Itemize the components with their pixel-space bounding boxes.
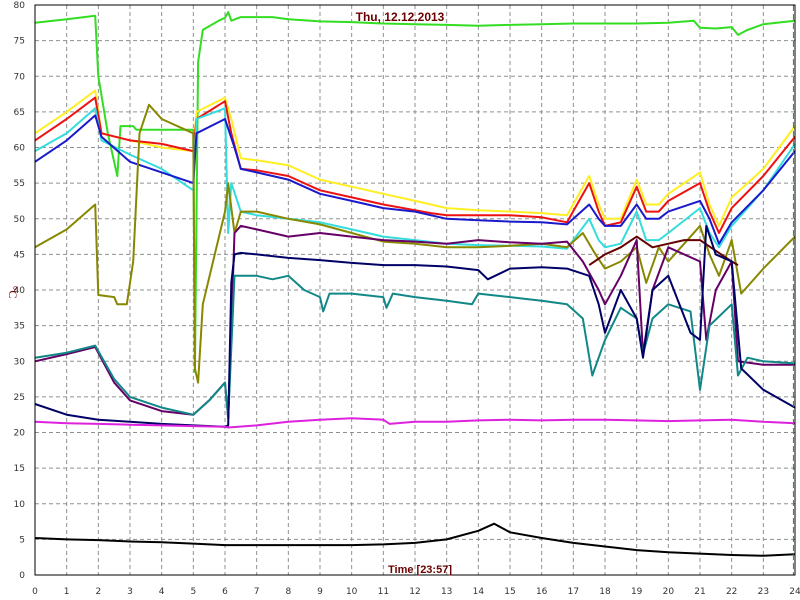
x-tick-label: 5 xyxy=(190,587,196,597)
chart-title: Thu, 12.12.2013 xyxy=(356,10,445,24)
x-tick-label: 4 xyxy=(159,587,165,597)
x-tick-label: 22 xyxy=(726,587,737,597)
y-tick-label: 5 xyxy=(19,535,25,545)
y-tick-label: 45 xyxy=(14,250,25,260)
x-tick-label: 2 xyxy=(95,587,101,597)
y-tick-label: 20 xyxy=(14,429,26,439)
y-tick-label: 65 xyxy=(14,108,25,118)
y-tick-label: 15 xyxy=(14,464,25,474)
y-tick-label: 35 xyxy=(14,322,25,332)
y-tick-label: 55 xyxy=(14,179,25,189)
x-tick-label: 9 xyxy=(317,587,323,597)
x-tick-label: 13 xyxy=(441,587,452,597)
x-tick-label: 3 xyxy=(127,587,133,597)
x-tick-label: 23 xyxy=(758,587,769,597)
y-tick-label: 25 xyxy=(14,393,25,403)
y-tick-label: 30 xyxy=(14,357,26,367)
x-tick-label: 24 xyxy=(789,587,800,597)
x-tick-label: 0 xyxy=(32,587,38,597)
x-axis-label: Time [23:57] xyxy=(388,564,452,576)
y-tick-label: 70 xyxy=(14,72,26,82)
y-tick-label: 80 xyxy=(14,1,26,11)
x-tick-label: 14 xyxy=(473,587,485,597)
y-axis-label: °C xyxy=(6,286,20,299)
x-tick-label: 16 xyxy=(536,587,548,597)
x-tick-label: 6 xyxy=(222,587,228,597)
x-tick-label: 20 xyxy=(663,587,675,597)
x-tick-label: 21 xyxy=(694,587,705,597)
y-tick-label: 0 xyxy=(19,571,25,581)
x-tick-labels: 0 1 2 3 4 5 6 7 8 9 10 11 12 13 14 15 16 17 18 19 20 21 22 23 24 xyxy=(32,587,800,597)
x-tick-label: 8 xyxy=(285,587,291,597)
y-tick-label: 60 xyxy=(14,144,26,154)
x-tick-label: 17 xyxy=(568,587,579,597)
x-tick-label: 19 xyxy=(631,587,643,597)
y-tick-label: 75 xyxy=(14,37,25,47)
y-tick-label: 50 xyxy=(14,215,26,225)
x-tick-label: 1 xyxy=(64,587,70,597)
x-tick-label: 12 xyxy=(409,587,420,597)
x-tick-label: 10 xyxy=(346,587,358,597)
line-chart: 05101520253035404550556065707580 0123456… xyxy=(6,1,800,597)
y-tick-label: 10 xyxy=(14,500,26,510)
x-tick-label: 11 xyxy=(378,587,389,597)
x-tick-label: 18 xyxy=(599,587,611,597)
x-tick-label: 15 xyxy=(504,587,515,597)
x-tick-label: 7 xyxy=(254,587,260,597)
